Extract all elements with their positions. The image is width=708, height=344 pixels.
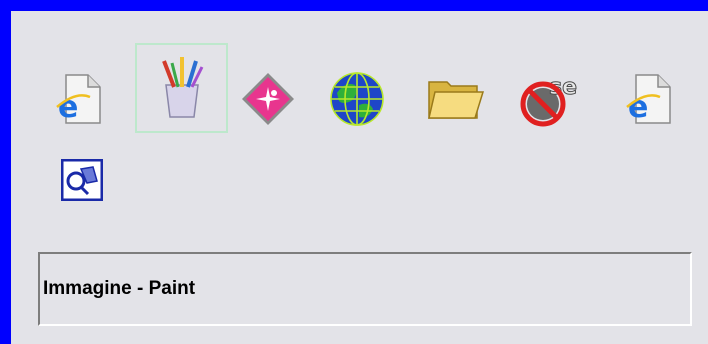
- folder-icon[interactable]: [425, 68, 487, 130]
- search-tool-icon[interactable]: [51, 149, 113, 211]
- globe-icon[interactable]: [326, 68, 388, 130]
- launcher-panel: e se e Immagine - Paint: [11, 11, 708, 344]
- paint-brushes-icon[interactable]: [135, 43, 228, 133]
- internet-explorer-page-icon[interactable]: e: [619, 68, 681, 130]
- status-bar: Immagine - Paint: [38, 252, 692, 326]
- internet-explorer-page-icon[interactable]: e: [49, 68, 111, 130]
- status-text: Immagine - Paint: [43, 278, 196, 299]
- pink-diamond-app-icon[interactable]: [237, 68, 299, 130]
- no-se-icon[interactable]: se: [517, 68, 579, 130]
